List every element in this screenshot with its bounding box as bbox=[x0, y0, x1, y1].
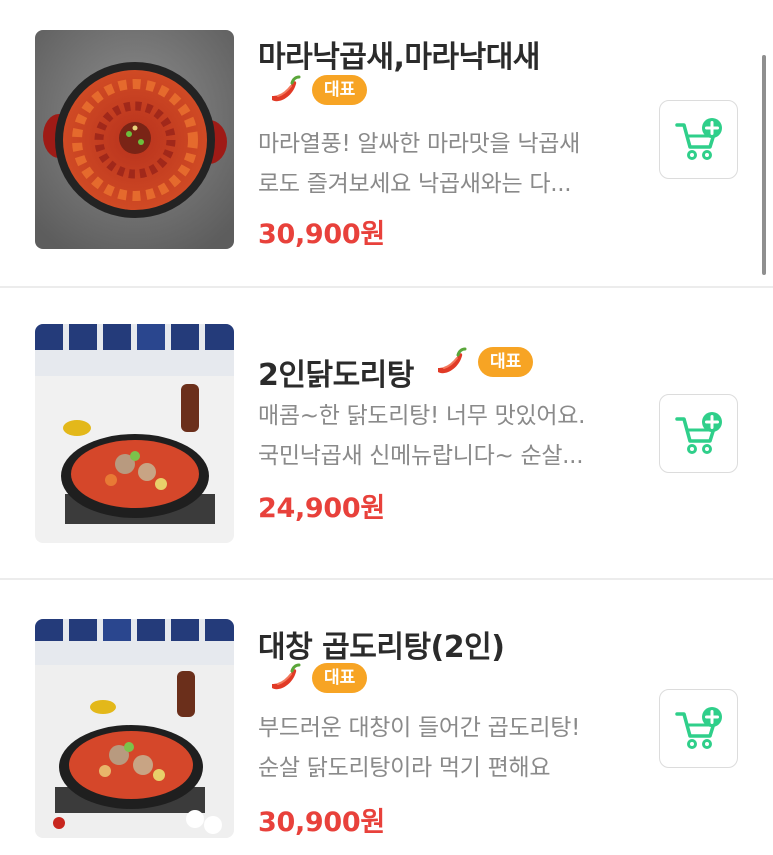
menu-item[interactable]: 2인닭도리탕 대표 매콤~한 닭도리탕! 너무 맛있어요. 국민낙곱새 신메뉴랍… bbox=[0, 288, 773, 578]
scrollbar[interactable] bbox=[762, 55, 766, 275]
menu-item-description: 부드러운 대창이 들어간 곱도리탕! 순살 닭도리탕이라 먹기 편해요 bbox=[258, 715, 580, 781]
signature-badge: 대표 bbox=[478, 347, 534, 377]
menu-item-name: 대창 곱도리탕(2인) bbox=[258, 630, 505, 665]
menu-item-photo[interactable] bbox=[35, 30, 234, 249]
menu-item[interactable]: 마라낙곱새,마라낙대새 대표 마라열풍! 알싸한 마라맛을 낙곱새 로도 즐겨보… bbox=[0, 0, 773, 286]
cart-add-icon bbox=[674, 706, 722, 749]
signature-badge: 대표 bbox=[312, 663, 368, 693]
add-to-cart-button[interactable] bbox=[659, 100, 738, 179]
menu-item-price: 30,900원 bbox=[258, 219, 385, 250]
chili-pepper-icon bbox=[272, 663, 301, 690]
cart-add-icon bbox=[674, 117, 722, 160]
menu-item-tags: 대표 bbox=[266, 662, 368, 694]
menu-item-photo[interactable] bbox=[35, 619, 234, 838]
add-to-cart-button[interactable] bbox=[659, 689, 738, 768]
menu-item-tags: 대표 bbox=[266, 74, 368, 106]
signature-badge: 대표 bbox=[312, 75, 368, 105]
menu-item-description: 매콤~한 닭도리탕! 너무 맛있어요. 국민낙곱새 신메뉴랍니다~ 순살... bbox=[258, 403, 586, 469]
menu-item-name: 마라낙곱새,마라낙대새 bbox=[258, 40, 540, 75]
menu-list: 마라낙곱새,마라낙대새 대표 마라열풍! 알싸한 마라맛을 낙곱새 로도 즐겨보… bbox=[0, 0, 773, 855]
menu-item-price: 24,900원 bbox=[258, 493, 385, 524]
menu-item-name: 2인닭도리탕 bbox=[258, 358, 414, 393]
menu-item-price: 30,900원 bbox=[258, 807, 385, 838]
menu-item-tags: 대표 bbox=[432, 346, 534, 378]
cart-add-icon bbox=[674, 411, 722, 454]
menu-item[interactable]: 대창 곱도리탕(2인) 대표 부드러운 대창이 들어간 곱도리탕! 순살 닭도리… bbox=[0, 580, 773, 855]
menu-item-description: 마라열풍! 알싸한 마라맛을 낙곱새 로도 즐겨보세요 낙곱새와는 다... bbox=[258, 131, 580, 197]
chili-pepper-icon bbox=[438, 347, 467, 374]
add-to-cart-button[interactable] bbox=[659, 394, 738, 473]
menu-item-photo[interactable] bbox=[35, 324, 234, 543]
chili-pepper-icon bbox=[272, 75, 301, 102]
